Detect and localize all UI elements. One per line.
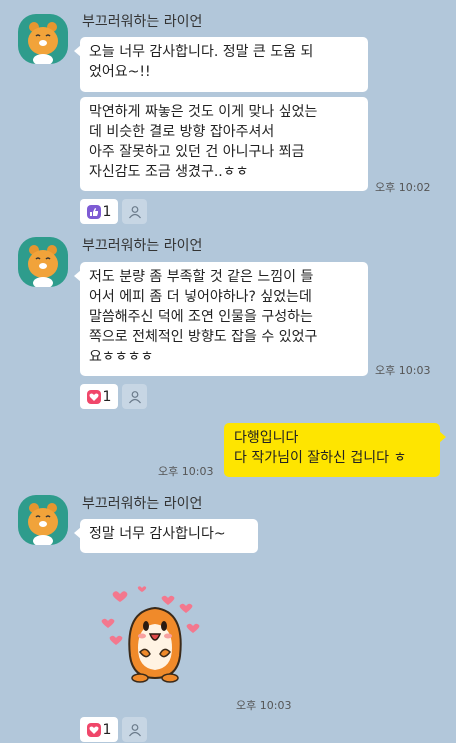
add-reaction-button[interactable] [122,384,147,409]
sender-name: 부끄러워하는 라이언 [82,496,203,512]
ryan-face-icon [28,245,58,287]
message-time: 오후 10:03 [158,465,214,478]
ryan-face-icon [28,22,58,64]
message-time: 오후 10:03 [375,364,431,377]
reaction-count: 1 [102,388,112,405]
message-bubble[interactable]: 정말 너무 감사합니다~ [74,519,258,553]
person-icon [128,723,141,736]
ryan-face-icon [28,503,58,545]
avatar-ryan[interactable] [18,14,68,64]
thumbs-up-icon [86,204,101,219]
message-time: 오후 10:03 [236,699,292,712]
reaction-thumbs-up[interactable]: 1 [80,199,118,224]
heart-icon [86,389,101,404]
sender-name: 부끄러워하는 라이언 [82,238,203,254]
heart-icon [86,722,101,737]
hamster-sticker[interactable] [100,586,210,696]
message-bubble[interactable]: 오늘 너무 감사합니다. 정말 큰 도움 되 었어요~!! [74,37,368,92]
reaction-count: 1 [102,203,112,220]
reaction-count: 1 [102,721,112,738]
message-time: 오후 10:02 [375,181,431,194]
add-reaction-button[interactable] [122,717,147,742]
hamster-hearts-icon [101,586,200,683]
message-bubble[interactable]: 막연하게 짜놓은 것도 이게 맞나 싶었는 데 비슷한 결로 방향 잡아주셔서 … [80,97,368,191]
message-bubble[interactable]: 저도 분량 좀 부족할 것 같은 느낌이 들 어서 에피 좀 더 넣어야하나? … [74,262,368,376]
reaction-heart[interactable]: 1 [80,717,118,742]
person-icon [128,390,141,403]
avatar-ryan[interactable] [18,495,68,545]
my-message-bubble[interactable]: 다행입니다 다 작가님이 잘하신 겁니다 ㅎ [224,423,446,477]
reaction-heart[interactable]: 1 [80,384,118,409]
sender-name: 부끄러워하는 라이언 [82,14,203,30]
person-icon [128,205,141,218]
add-reaction-button[interactable] [122,199,147,224]
avatar-ryan[interactable] [18,237,68,287]
